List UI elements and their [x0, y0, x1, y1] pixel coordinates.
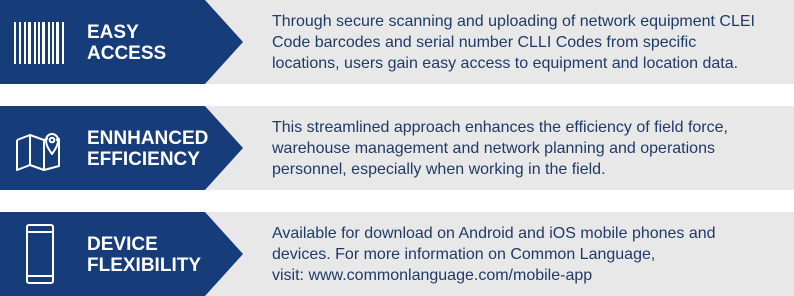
feature-description-line: devices. For more information on Common …: [272, 246, 656, 263]
feature-title-line-2: FLEXIBILITY: [87, 255, 201, 276]
mobile-phone-icon: [14, 224, 64, 284]
map-pin-icon: [14, 128, 64, 171]
feature-row-flexibility: DEVICE FLEXIBILITY Available for downloa…: [0, 212, 794, 296]
feature-description-line: locations, users gain easy access to equ…: [272, 55, 739, 72]
feature-description-line: This streamlined approach enhances the e…: [272, 119, 728, 136]
feature-title: DEVICE FLEXIBILITY: [87, 234, 201, 276]
feature-description-line: Through secure scanning and uploading of…: [272, 13, 755, 30]
feature-description: Through secure scanning and uploading of…: [272, 11, 782, 74]
feature-title-line-1: DEVICE: [87, 234, 158, 255]
feature-row-easy-access: EASY ACCESS Through secure scanning and …: [0, 0, 794, 84]
feature-description-line: Code barcodes and serial number CLLI Cod…: [272, 34, 697, 51]
barcode-icon: [14, 22, 64, 64]
feature-title-line-2: ACCESS: [87, 43, 167, 64]
feature-description-line: warehouse management and network plannin…: [272, 140, 715, 157]
feature-description: Available for download on Android and iO…: [272, 223, 782, 286]
feature-title-line-1: ENNHANCED: [87, 128, 209, 149]
feature-title: EASY ACCESS: [87, 22, 166, 64]
feature-description-line: visit: www.commonlanguage.com/mobile-app: [272, 267, 593, 284]
feature-description: This streamlined approach enhances the e…: [272, 117, 782, 180]
feature-title-line-1: EASY: [87, 22, 139, 43]
feature-title-line-2: EFFICIENCY: [87, 149, 200, 170]
feature-description-line: personnel, especially when working in th…: [272, 161, 606, 178]
feature-title: ENNHANCED EFFICIENCY: [87, 128, 208, 170]
feature-description-line: Available for download on Android and iO…: [272, 225, 716, 242]
feature-row-efficiency: ENNHANCED EFFICIENCY This streamlined ap…: [0, 106, 794, 190]
